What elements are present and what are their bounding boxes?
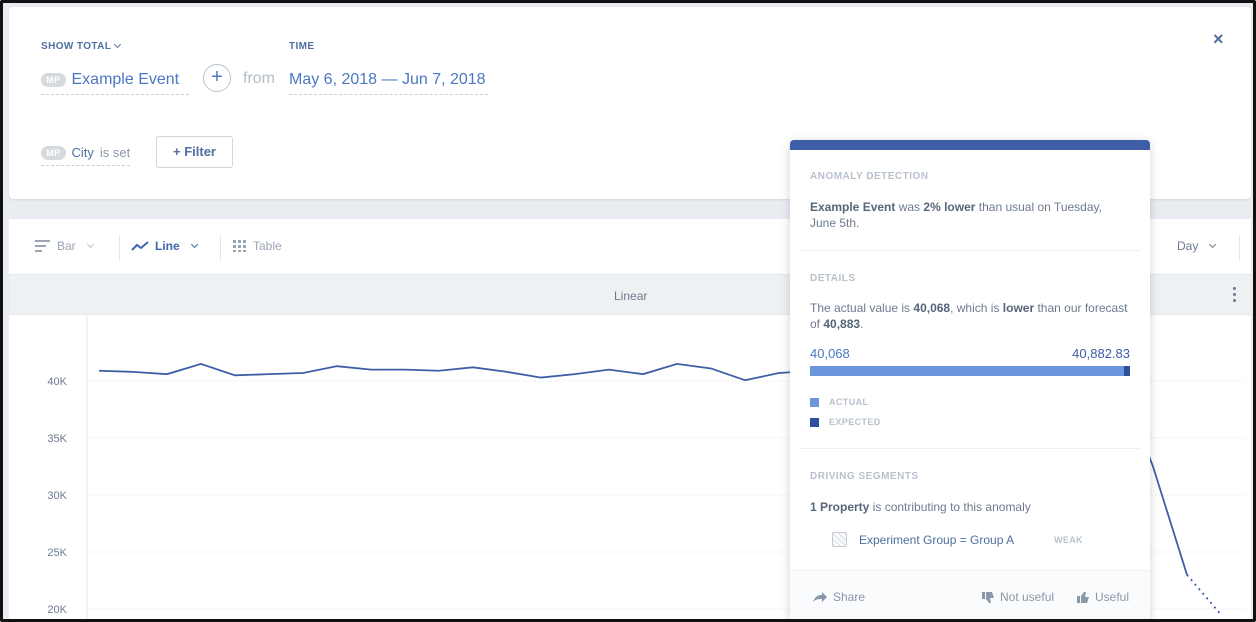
actual-value: 40,068: [810, 346, 850, 361]
details-summary: The actual value is 40,068, which is low…: [810, 300, 1130, 332]
close-icon[interactable]: ×: [1213, 29, 1224, 50]
legend-actual: ACTUAL: [810, 397, 868, 407]
legend-expected: EXPECTED: [810, 417, 881, 427]
legend-swatch-actual: [810, 397, 819, 407]
legend-expected-label: EXPECTED: [829, 417, 881, 427]
thumbs-up-icon: [1077, 591, 1089, 603]
expected-marker: [1124, 366, 1130, 376]
from-label: from: [243, 70, 275, 87]
time-label: TIME: [289, 41, 315, 52]
segment-name: Experiment Group = Group A: [859, 532, 1015, 547]
legend-actual-label: ACTUAL: [829, 397, 869, 407]
segment-strength: WEAK: [1054, 534, 1083, 545]
city-filter[interactable]: MP City is set: [41, 140, 131, 166]
plus-icon: +: [211, 66, 223, 88]
text: The actual value is: [810, 301, 914, 315]
not-useful-label: Not useful: [1000, 590, 1055, 604]
y-tick-label: 35K: [47, 433, 67, 445]
segments-summary: 1 Property is contributing to this anoma…: [810, 499, 1130, 515]
segment-row[interactable]: Experiment Group = Group A WEAK: [832, 532, 1112, 547]
share-label: Share: [833, 590, 866, 604]
legend-swatch-expected: [810, 417, 819, 427]
y-tick-label: 30K: [47, 490, 67, 502]
text: was: [895, 200, 924, 214]
anomaly-event: Example Event: [810, 200, 896, 214]
show-total-label: SHOW TOTAL: [41, 41, 112, 52]
text: , which is: [950, 301, 1003, 315]
popover-accent-bar: [790, 140, 1150, 150]
details-forecast: 40,883: [823, 317, 861, 331]
text: is contributing to this anomaly: [869, 500, 1031, 514]
y-tick-label: 40K: [47, 376, 67, 388]
share-button[interactable]: Share: [812, 590, 865, 604]
segment-icon: [832, 532, 847, 547]
event-name: Example Event: [71, 70, 180, 88]
date-range-picker[interactable]: May 6, 2018 — Jun 7, 2018: [289, 65, 488, 95]
divider: [800, 250, 1140, 251]
useful-button[interactable]: Useful: [1077, 590, 1129, 604]
anomaly-pct: 2% lower: [923, 200, 976, 214]
thumbs-down-icon: [982, 591, 994, 603]
not-useful-button[interactable]: Not useful: [982, 590, 1054, 604]
y-tick-label: 20K: [47, 604, 67, 616]
mp-badge: MP: [41, 145, 66, 160]
useful-label: Useful: [1095, 590, 1130, 604]
chevron-down-icon: [114, 40, 122, 49]
app-frame: SHOW TOTAL MP Example Event + from TIME …: [0, 0, 1256, 622]
filter-operator: is set: [99, 145, 131, 160]
anomaly-summary: Example Event was 2% lower than usual on…: [810, 199, 1130, 231]
segments-heading: DRIVING SEGMENTS: [810, 471, 919, 482]
show-total-dropdown[interactable]: SHOW TOTAL: [41, 40, 122, 52]
segments-count: 1 Property: [810, 500, 870, 514]
divider: [800, 448, 1140, 449]
comparison-bar: [810, 366, 1130, 376]
anomaly-popover: ANOMALY DETECTION Example Event was 2% l…: [790, 140, 1150, 619]
mp-badge: MP: [41, 72, 66, 87]
add-event-button[interactable]: +: [203, 64, 231, 92]
text: .: [860, 317, 864, 331]
y-tick-label: 25K: [47, 547, 67, 559]
anomaly-heading: ANOMALY DETECTION: [810, 171, 929, 182]
details-actual: 40,068: [913, 301, 951, 315]
expected-value: 40,882.83: [1072, 346, 1130, 361]
details-lower: lower: [1002, 301, 1035, 315]
details-heading: DETAILS: [810, 273, 856, 284]
event-selector[interactable]: MP Example Event: [41, 65, 189, 95]
share-icon: [813, 592, 827, 602]
popover-footer: Share Not useful Useful: [790, 570, 1150, 619]
filter-property: City: [71, 145, 94, 160]
add-filter-button[interactable]: + Filter: [156, 136, 233, 168]
